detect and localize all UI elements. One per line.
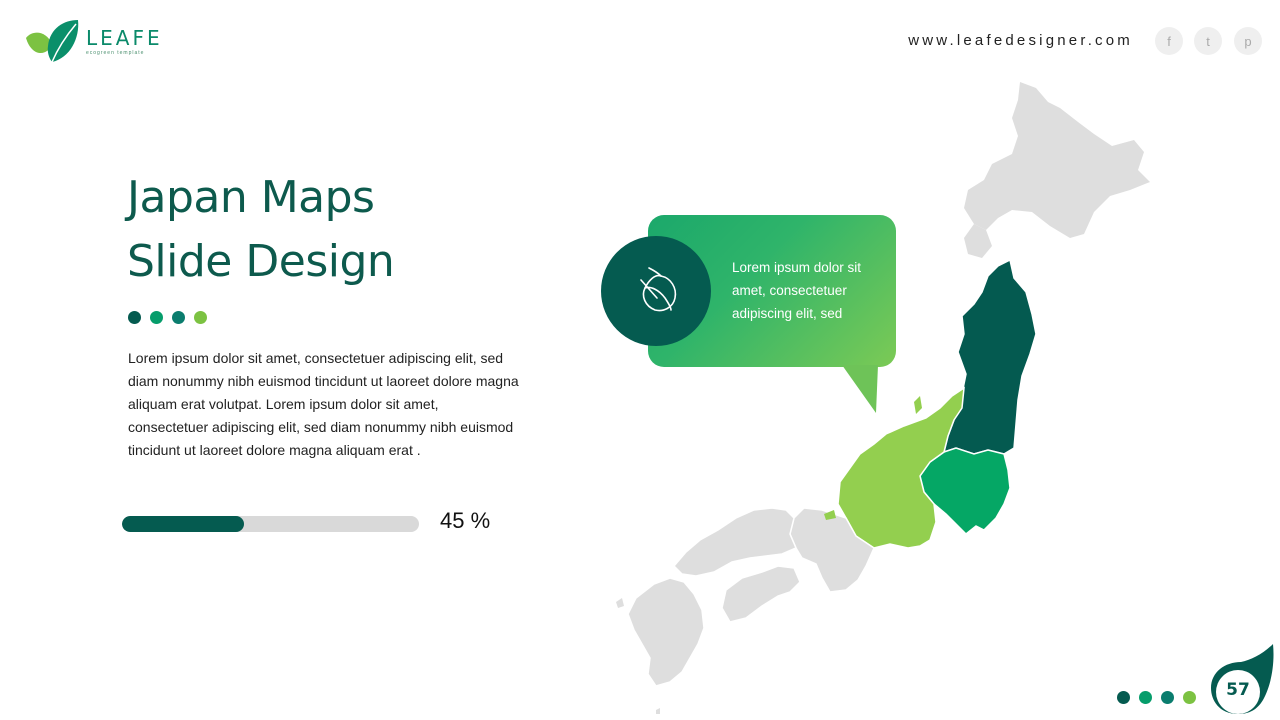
title-line-1: Japan Maps [127,172,375,223]
progress-fill [122,516,244,532]
dot [150,311,163,324]
brand-logo: LEAFE ecogreen template [22,18,163,66]
callout-icon-circle [601,236,711,346]
progress-label: 45 % [440,508,491,533]
dot [128,311,141,324]
dot [1139,691,1152,704]
progress-bar [122,516,419,532]
map-region-noto [914,396,922,414]
map-region-tohoku [942,258,1037,455]
map-island [656,708,660,714]
decorative-dots [128,311,207,324]
footer-dots [1117,691,1196,704]
twitter-icon[interactable]: t [1194,27,1222,55]
acorn-icon [640,267,677,312]
callout-text: Lorem ipsum dolor sit amet, consectetuer… [732,260,862,321]
leaf-logo-icon [26,20,79,63]
brand-tagline: ecogreen template [86,50,145,56]
map-island [616,598,624,608]
page-number: 57 [1226,680,1250,700]
dot [1183,691,1196,704]
body-paragraph: Lorem ipsum dolor sit amet, consectetuer… [128,350,519,458]
facebook-icon[interactable]: f [1155,27,1183,55]
map-region-hokkaido-south [964,224,992,258]
dot [172,311,185,324]
brand-name: LEAFE [86,26,163,50]
title-line-2: Slide Design [127,236,395,287]
map-region-kyushu [627,577,705,687]
callout-tail [842,365,878,413]
website-link[interactable]: www.leafedesigner.com [908,32,1133,49]
dot [1161,691,1174,704]
pinterest-icon[interactable]: p [1234,27,1262,55]
map-region-hokkaido [964,82,1150,238]
dot [1117,691,1130,704]
dot [194,311,207,324]
map-region-shikoku [721,565,801,623]
slide-title: Japan Maps Slide Design [127,166,395,294]
